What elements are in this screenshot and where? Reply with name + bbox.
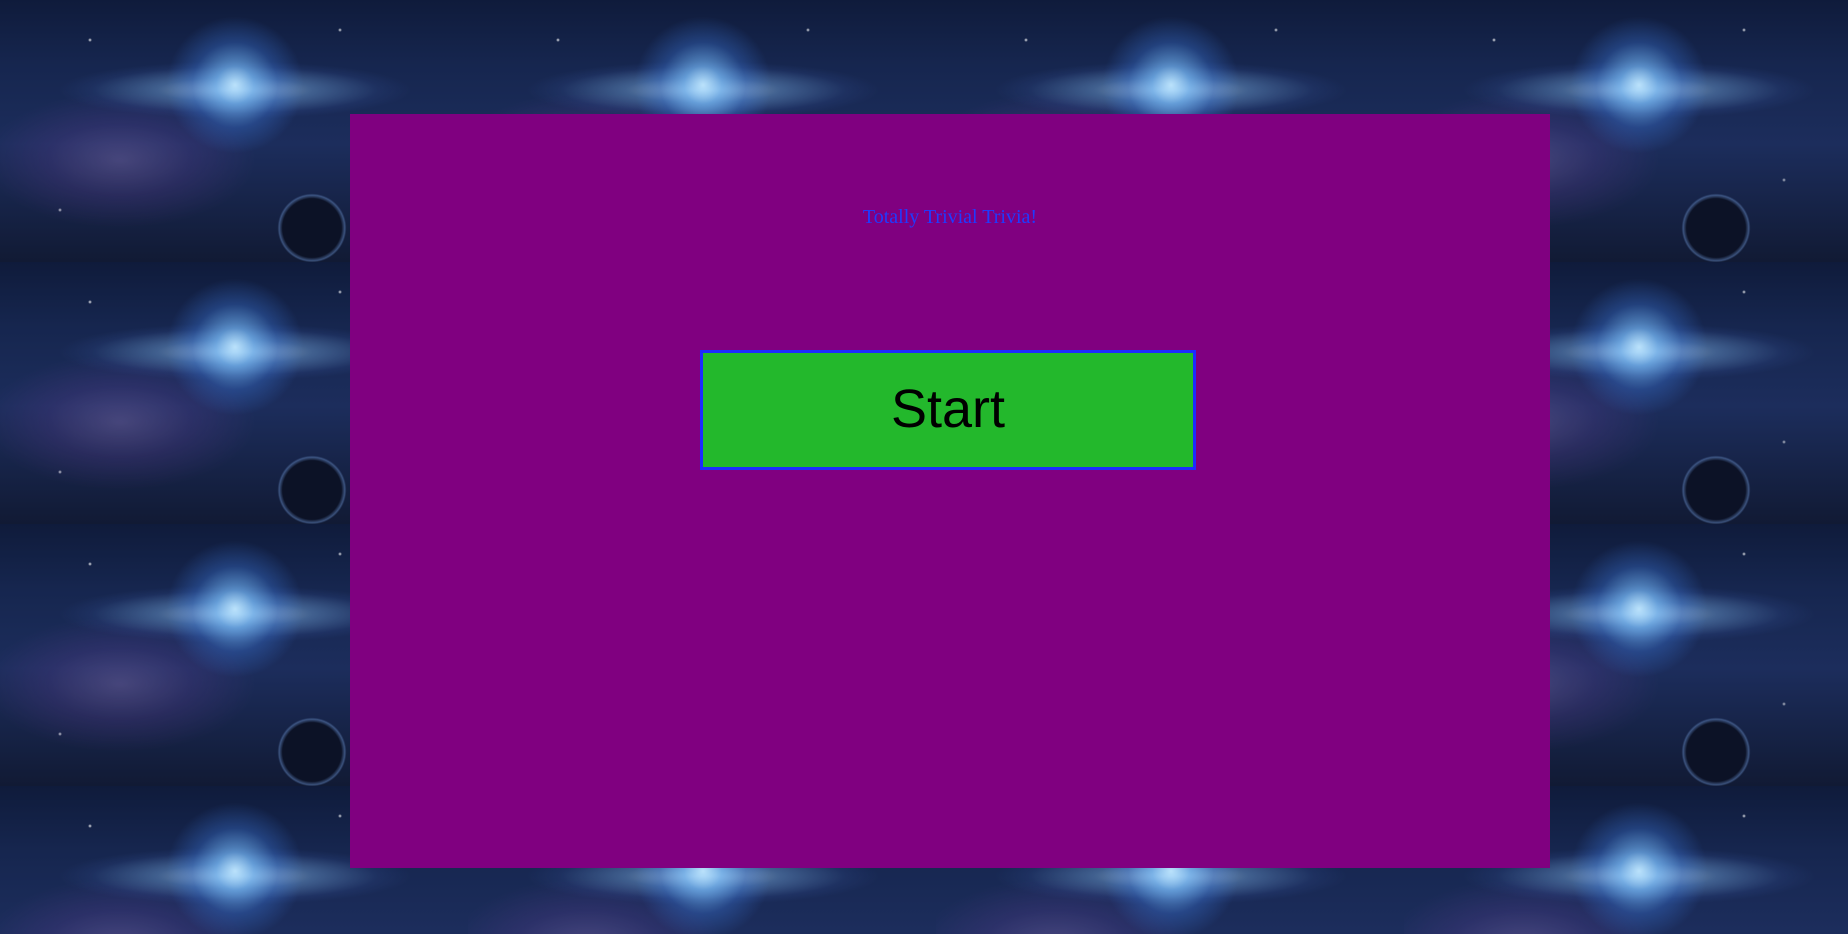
page-title: Totally Trivial Trivia! <box>862 206 1038 228</box>
game-panel: Totally Trivial Trivia! Start <box>350 114 1550 868</box>
start-button[interactable]: Start <box>700 350 1196 470</box>
start-button-label: Start <box>890 379 1006 439</box>
